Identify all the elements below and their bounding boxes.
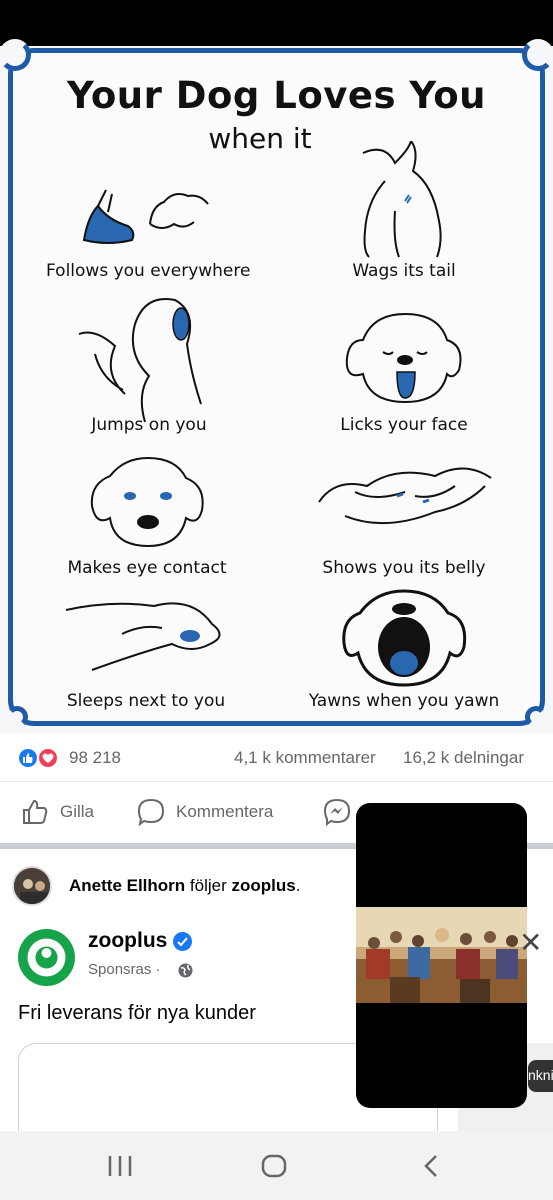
recent-apps-icon[interactable] <box>106 1153 134 1179</box>
caption-belly: Shows you its belly <box>322 558 486 578</box>
caption-eye-contact: Makes eye contact <box>67 558 227 578</box>
caption-jumps: Jumps on you <box>91 415 207 435</box>
caption-yawns: Yawns when you yawn <box>308 691 500 711</box>
ad-text: Fri leverans för nya kunder <box>18 1002 256 1024</box>
follow-text: Anette Ellhorn följer zooplus. <box>69 876 301 895</box>
love-reaction-icon <box>37 747 59 769</box>
thumbs-up-icon <box>23 799 48 824</box>
licking-dog-illustration <box>345 312 462 404</box>
like-button[interactable]: Gilla <box>20 797 94 827</box>
globe-icon <box>178 963 193 978</box>
home-icon[interactable] <box>260 1153 288 1179</box>
verified-badge-icon <box>173 932 192 951</box>
zooplus-logo[interactable] <box>18 929 75 986</box>
like-label: Gilla <box>60 802 95 821</box>
video-thumbnail <box>356 907 527 1003</box>
messenger-icon <box>323 798 351 826</box>
shoe-and-paw-illustration <box>82 189 209 244</box>
floating-video-player[interactable] <box>356 803 527 1108</box>
comment-label: Kommentera <box>176 802 274 821</box>
follower-name[interactable]: Anette Ellhorn <box>69 876 185 895</box>
avatar[interactable] <box>12 866 52 906</box>
followed-page-name[interactable]: zooplus <box>232 876 296 895</box>
jumping-dog-illustration <box>78 298 202 423</box>
sleeping-dog-illustration <box>65 602 221 671</box>
yawning-dog-illustration <box>342 589 467 687</box>
caption-licks: Licks your face <box>340 415 468 435</box>
status-bar <box>0 0 553 46</box>
post-image[interactable]: Your Dog Loves You when it Follows you e… <box>0 39 553 734</box>
follow-verb: följer <box>189 876 227 895</box>
reactions-bar: 98 218 4,1 k kommentarer 16,2 k delninga… <box>0 734 553 782</box>
ad-cta-button[interactable]: nkni <box>528 1060 553 1092</box>
comments-count[interactable]: 4,1 k kommentarer <box>234 748 376 768</box>
comment-button[interactable]: Kommentera <box>136 797 273 827</box>
eye-contact-dog-illustration <box>90 456 204 548</box>
like-reaction-icon <box>17 747 39 769</box>
reaction-count[interactable]: 98 218 <box>69 748 121 768</box>
image-title: Your Dog Loves You <box>66 74 487 117</box>
system-nav-bar <box>0 1131 553 1200</box>
messenger-share-button[interactable] <box>322 797 352 827</box>
back-icon[interactable] <box>418 1153 446 1179</box>
wagging-tail-illustration <box>362 141 442 258</box>
caption-sleeps: Sleeps next to you <box>66 691 226 711</box>
sponsored-label: Sponsras · <box>88 961 161 978</box>
reaction-icons[interactable] <box>17 747 65 769</box>
close-icon[interactable]: ✕ <box>519 926 542 959</box>
belly-up-dog-illustration <box>318 467 492 525</box>
sponsor-name[interactable]: zooplus <box>88 929 167 953</box>
shares-count[interactable]: 16,2 k delningar <box>403 748 524 768</box>
caption-wags: Wags its tail <box>352 261 456 281</box>
caption-follows: Follows you everywhere <box>46 261 251 281</box>
comment-bubble-icon <box>137 798 165 827</box>
